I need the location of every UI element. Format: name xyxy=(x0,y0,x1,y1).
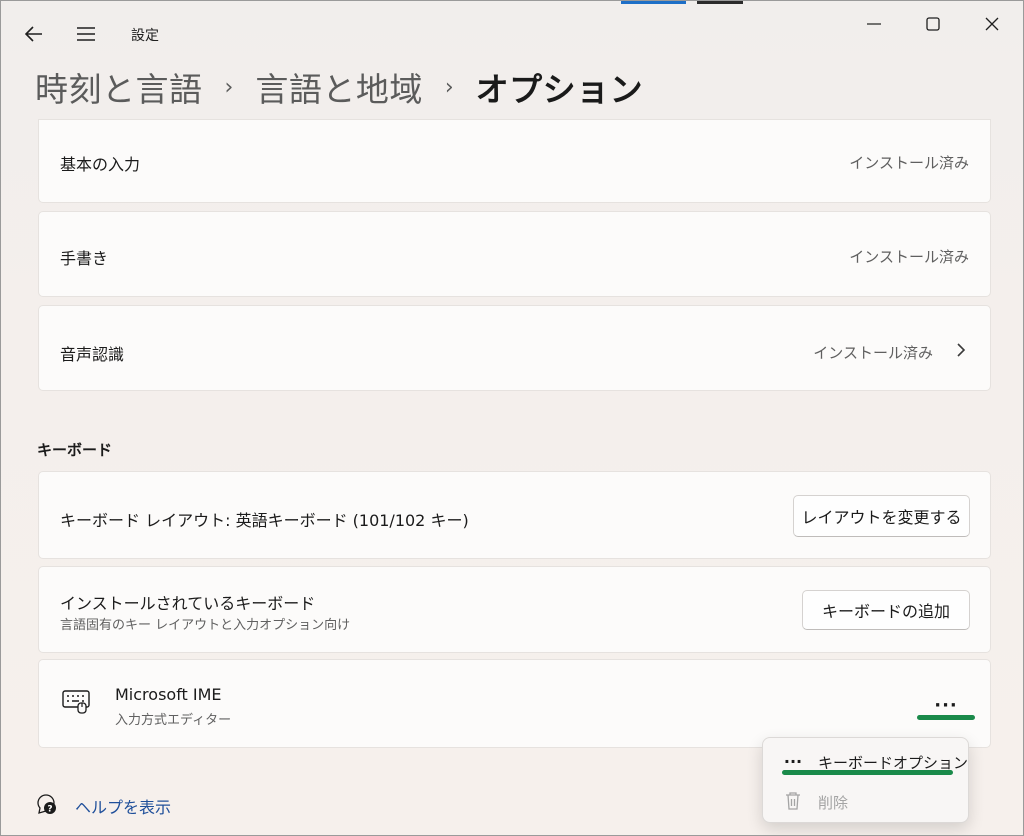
help-icon: ? xyxy=(35,792,59,820)
feature-status: インストール済み xyxy=(813,344,933,362)
installed-keyboards-subtitle: 言語固有のキー レイアウトと入力オプション向け xyxy=(60,618,351,633)
feature-basic-input: 基本の入力 インストール済み xyxy=(38,119,991,203)
page-title: オプション xyxy=(475,70,644,109)
breadcrumb-time-language[interactable]: 時刻と言語 xyxy=(35,63,203,111)
keyboard-icon xyxy=(62,690,90,718)
settings-window: 設定 時刻と言語 › 言語と地域 › オプション 基本の入力 インストール済み … xyxy=(0,0,1024,836)
back-arrow-icon[interactable] xyxy=(19,19,49,49)
menu-item-label: 削除 xyxy=(818,794,849,812)
feature-label: 音声認識 xyxy=(60,345,125,364)
breadcrumb-language-region[interactable]: 言語と地域 xyxy=(255,63,423,111)
highlight-underline xyxy=(782,770,953,775)
feature-status: インストール済み xyxy=(849,154,969,172)
keyboard-layout-card: キーボード レイアウト: 英語キーボード (101/102 キー) レイアウトを… xyxy=(38,471,991,559)
installed-keyboards-card: インストールされているキーボード 言語固有のキー レイアウトと入力オプション向け… xyxy=(38,566,991,653)
feature-speech-recognition[interactable]: 音声認識 インストール済み xyxy=(38,305,991,391)
feature-label: 基本の入力 xyxy=(60,155,141,174)
hamburger-menu-icon[interactable] xyxy=(71,19,101,49)
change-layout-button[interactable]: レイアウトを変更する xyxy=(793,495,970,537)
help-link[interactable]: ? ヘルプを表示 xyxy=(35,793,171,819)
breadcrumb-separator-icon: › xyxy=(224,74,234,100)
trash-icon xyxy=(781,790,805,812)
minimize-button[interactable] xyxy=(851,9,897,39)
feature-status: インストール済み xyxy=(849,248,969,266)
context-menu: ··· キーボードオプション 削除 xyxy=(762,737,969,823)
feature-handwriting: 手書き インストール済み xyxy=(38,211,991,297)
installed-keyboards-title: インストールされているキーボード xyxy=(60,594,316,613)
title-bar: 設定 xyxy=(1,1,1023,61)
more-options-button[interactable]: ··· xyxy=(921,694,971,716)
breadcrumb: 時刻と言語 › 言語と地域 › オプション xyxy=(35,63,643,111)
maximize-button[interactable] xyxy=(910,9,956,39)
help-link-label[interactable]: ヘルプを表示 xyxy=(75,794,171,818)
highlight-underline xyxy=(917,715,975,720)
app-title: 設定 xyxy=(131,28,159,44)
more-icon: ··· xyxy=(783,751,803,771)
keyboard-section-heading: キーボード xyxy=(37,441,113,459)
svg-text:?: ? xyxy=(47,805,52,815)
keyboard-item-microsoft-ime: Microsoft IME 入力方式エディター xyxy=(38,659,991,748)
chevron-right-icon xyxy=(956,342,966,362)
feature-label: 手書き xyxy=(60,249,109,268)
ime-subtitle: 入力方式エディター xyxy=(115,713,232,728)
ime-name: Microsoft IME xyxy=(115,685,222,704)
menu-item-delete: 削除 xyxy=(763,784,968,818)
close-button[interactable] xyxy=(969,9,1015,39)
add-keyboard-button[interactable]: キーボードの追加 xyxy=(802,590,970,630)
keyboard-layout-label: キーボード レイアウト: 英語キーボード (101/102 キー) xyxy=(60,511,469,530)
breadcrumb-separator-icon: › xyxy=(444,74,454,100)
